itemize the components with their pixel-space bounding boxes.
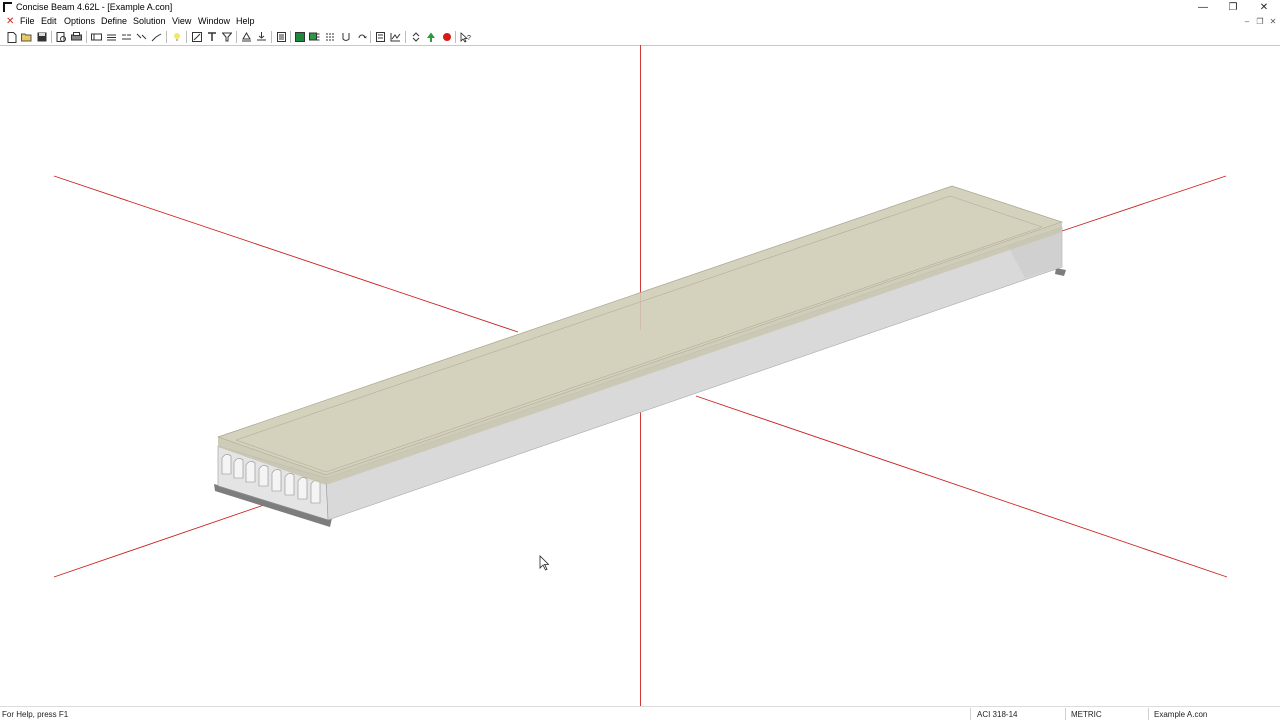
mdi-close-button[interactable]: ✕ (1267, 16, 1279, 27)
beam-model[interactable] (214, 185, 1066, 527)
status-divider (970, 708, 971, 720)
toolbar-separator (290, 31, 291, 43)
layers-icon[interactable] (308, 31, 321, 43)
app-logo-icon (3, 2, 12, 12)
toolbar-separator (455, 31, 456, 43)
print-preview-icon[interactable] (55, 31, 68, 43)
status-divider (1148, 708, 1149, 720)
u-section-icon[interactable] (339, 31, 352, 43)
status-code: ACI 318-14 (977, 710, 1018, 719)
print-icon[interactable] (70, 31, 83, 43)
mdi-minimize-button[interactable]: – (1241, 16, 1253, 27)
svg-text:?: ? (467, 35, 471, 42)
right-support (1055, 268, 1066, 276)
toolbar-separator (51, 31, 52, 43)
load-icon[interactable] (255, 31, 268, 43)
toolbar-separator (271, 31, 272, 43)
minimize-button[interactable]: — (1188, 0, 1218, 15)
mdi-restore-button[interactable]: ❐ (1254, 16, 1266, 27)
support-icon[interactable] (240, 31, 253, 43)
slab-front-edge (326, 222, 1062, 485)
window-title: Concise Beam 4.62L - [Example A.con] (16, 2, 173, 12)
grid-icon[interactable] (293, 31, 306, 43)
filter-icon[interactable] (220, 31, 233, 43)
document-icon[interactable] (374, 31, 387, 43)
save-icon[interactable] (35, 31, 48, 43)
status-help-text: For Help, press F1 (2, 710, 69, 719)
menu-help[interactable]: Help (236, 16, 255, 27)
rotate-icon[interactable] (355, 31, 368, 43)
copy-icon[interactable] (120, 31, 133, 43)
help-pointer-icon[interactable]: ? (459, 31, 472, 43)
chart-icon[interactable] (389, 31, 402, 43)
restore-button[interactable]: ❐ (1218, 0, 1248, 15)
toolbar-separator (186, 31, 187, 43)
menu-window[interactable]: Window (198, 16, 230, 27)
toolbar-separator (236, 31, 237, 43)
toolbar-separator (166, 31, 167, 43)
menu-bar (0, 15, 1280, 29)
record-icon[interactable] (440, 31, 453, 43)
open-folder-icon[interactable] (20, 31, 33, 43)
paste-icon[interactable] (135, 31, 148, 43)
toolbar-separator (86, 31, 87, 43)
distribute-icon[interactable] (324, 31, 337, 43)
lightbulb-icon[interactable] (170, 31, 183, 43)
report-icon[interactable] (275, 31, 288, 43)
slab-inner-edge (325, 226, 1043, 473)
beam-section-icon[interactable] (90, 31, 103, 43)
close-button[interactable]: ✕ (1249, 0, 1279, 15)
title-bar (0, 0, 1280, 15)
undo-icon[interactable] (150, 31, 163, 43)
slab-top-face (216, 185, 1064, 476)
status-units: METRIC (1071, 710, 1102, 719)
status-file: Example A.con (1154, 710, 1208, 719)
menu-define[interactable]: Define (101, 16, 127, 27)
select-icon[interactable] (190, 31, 203, 43)
menu-solution[interactable]: Solution (133, 16, 166, 27)
axis-diagonal (53, 504, 265, 578)
axis-diagonal (1061, 175, 1227, 232)
document-close-icon[interactable]: ✕ (6, 16, 14, 27)
status-divider (1065, 708, 1066, 720)
tree-icon[interactable] (424, 31, 437, 43)
toolbar-separator (370, 31, 371, 43)
recycle-icon[interactable] (409, 31, 422, 43)
axis-diagonal (53, 175, 519, 333)
3d-viewport[interactable] (0, 45, 1280, 706)
text-icon[interactable] (205, 31, 218, 43)
axis-diagonal (695, 395, 1228, 578)
cut-icon[interactable] (105, 31, 118, 43)
toolbar-separator (405, 31, 406, 43)
new-file-icon[interactable] (5, 31, 18, 43)
menu-options[interactable]: Options (64, 16, 95, 27)
menu-edit[interactable]: Edit (41, 16, 57, 27)
mouse-cursor-icon (539, 555, 550, 571)
menu-view[interactable]: View (172, 16, 191, 27)
menu-file[interactable]: File (20, 16, 35, 27)
